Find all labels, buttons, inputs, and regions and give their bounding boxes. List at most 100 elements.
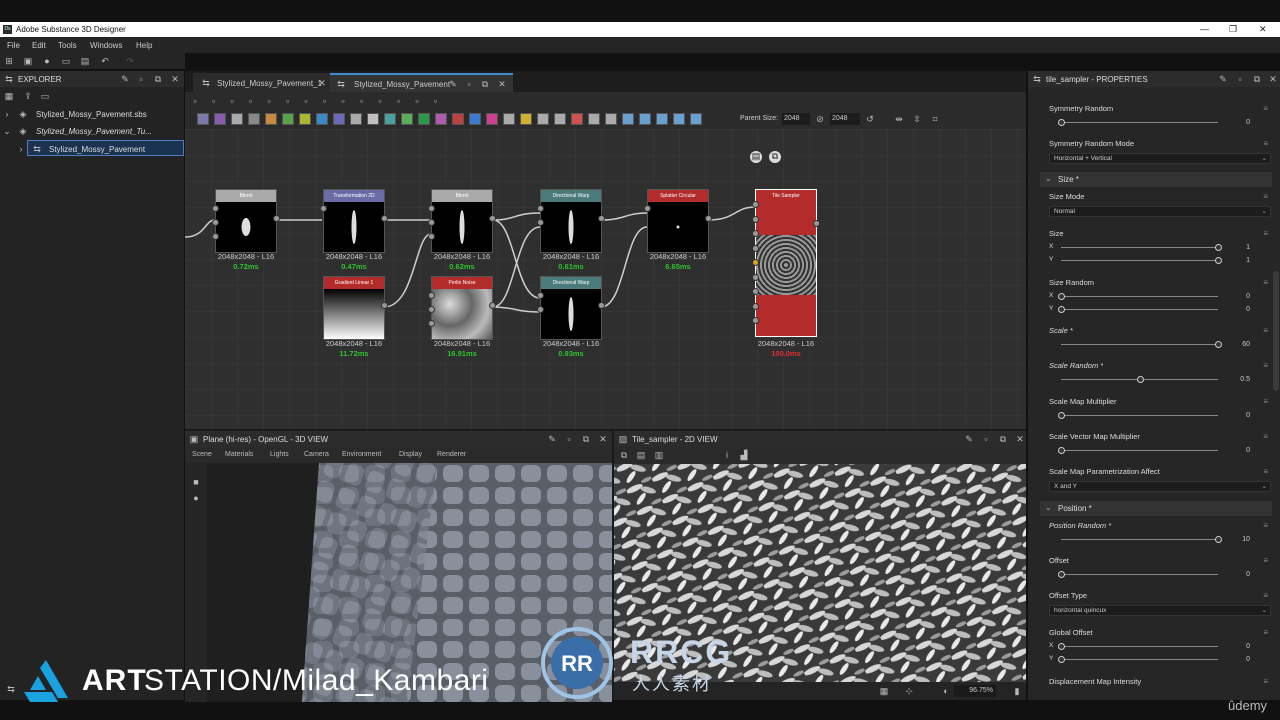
undo-icon[interactable]: ↶	[100, 56, 110, 66]
atomic-node-icon[interactable]	[452, 113, 464, 125]
input-port[interactable]	[752, 230, 759, 237]
channels-icon[interactable]: ◐	[941, 686, 951, 696]
slider-track[interactable]	[1061, 450, 1218, 451]
atomic-node-icon[interactable]	[469, 113, 481, 125]
slider-track[interactable]	[1061, 415, 1218, 416]
property-menu-icon[interactable]: ≡	[1263, 556, 1268, 565]
output-port[interactable]	[598, 215, 605, 222]
light-icon[interactable]: ●	[191, 493, 201, 503]
input-port[interactable]	[428, 320, 435, 327]
slider-knob[interactable]	[1058, 656, 1065, 663]
menu-windows[interactable]: Windows	[90, 41, 122, 50]
input-port[interactable]	[537, 219, 544, 226]
tree-item-package-2[interactable]: ⌄ ◈ Stylized_Mossy_Pavement_Tu...	[0, 123, 184, 139]
zoom-icon[interactable]: ▫	[264, 96, 274, 106]
dock-icon[interactable]: ▫	[981, 434, 991, 444]
property-value[interactable]: 0	[1220, 447, 1250, 454]
atomic-node-icon[interactable]	[418, 113, 430, 125]
graph-node[interactable]: Perlin Noise	[431, 276, 493, 340]
input-port[interactable]	[752, 273, 759, 281]
atomic-node-icon[interactable]	[690, 113, 702, 125]
pin-icon[interactable]: ✎	[964, 434, 974, 444]
property-menu-icon[interactable]: ≡	[1263, 278, 1268, 287]
slider-knob[interactable]	[1058, 447, 1065, 454]
close-panel-icon[interactable]: ✕	[170, 74, 180, 84]
refresh-icon[interactable]: ▫	[375, 96, 385, 106]
property-section[interactable]: ⌄ Position *	[1040, 501, 1272, 516]
camera-icon[interactable]: ■	[191, 477, 201, 487]
slider-track[interactable]	[1061, 539, 1218, 540]
link-icon[interactable]: ▫	[283, 96, 293, 106]
slider-track[interactable]	[1061, 574, 1218, 575]
input-port[interactable]	[752, 215, 759, 223]
fit-icon[interactable]: ⧉	[619, 450, 629, 460]
slider-knob[interactable]	[1058, 643, 1065, 650]
atomic-node-icon[interactable]	[622, 113, 634, 125]
atomic-node-icon[interactable]	[588, 113, 600, 125]
frame-icon[interactable]: ▫	[412, 96, 422, 106]
property-dropdown[interactable]: Normal ⌄	[1049, 206, 1271, 217]
distribute-icon[interactable]: ⇳	[912, 114, 922, 124]
tab-graph-1[interactable]: ⇆ Stylized_Mossy_Pavement_1 ✕	[193, 73, 330, 92]
atomic-node-icon[interactable]	[231, 113, 243, 125]
property-dropdown[interactable]: horizontal quincux ⌄	[1049, 605, 1271, 616]
size-select[interactable]: 2048	[830, 113, 860, 125]
menu-edit[interactable]: Edit	[32, 41, 46, 50]
output-port[interactable]	[273, 215, 280, 222]
maximize-panel-icon[interactable]: ⧉	[480, 79, 490, 89]
property-value[interactable]: 0	[1220, 306, 1250, 313]
substance-icon[interactable]: ●	[42, 56, 52, 66]
output-port[interactable]	[598, 302, 605, 309]
tree-item-package[interactable]: › ◈ Stylized_Mossy_Pavement.sbs	[0, 106, 184, 122]
connect-icon[interactable]: ▫	[338, 96, 348, 106]
slider-track[interactable]	[1061, 309, 1218, 310]
minimize-icon[interactable]: —	[1200, 24, 1209, 34]
frame-icon[interactable]: ⌗	[930, 114, 940, 124]
grid-icon[interactable]: ▦	[879, 686, 889, 696]
link-icon[interactable]: ⊘	[815, 114, 825, 124]
chevron-right-icon[interactable]: ›	[2, 109, 12, 119]
property-dropdown[interactable]: Horizontal + Vertical ⌄	[1049, 153, 1271, 164]
menu-environment[interactable]: Environment	[342, 451, 381, 458]
property-value[interactable]: 0	[1220, 293, 1250, 300]
output-port[interactable]	[381, 215, 388, 222]
slider-track[interactable]	[1061, 296, 1218, 297]
properties-scrollbar[interactable]	[1273, 271, 1279, 391]
lock-icon[interactable]: ▮	[1012, 686, 1022, 696]
menu-display[interactable]: Display	[399, 451, 422, 458]
graph-node[interactable]: Directional Warp	[540, 276, 602, 340]
slider-knob[interactable]	[1058, 119, 1065, 126]
node-info-icon[interactable]: ▤	[750, 151, 762, 163]
graph-node[interactable]: Blend	[431, 189, 493, 253]
close-panel-icon[interactable]: ✕	[598, 434, 608, 444]
input-port[interactable]	[644, 205, 651, 212]
output-port[interactable]	[489, 302, 496, 309]
slider-knob[interactable]	[1058, 571, 1065, 578]
menu-help[interactable]: Help	[136, 41, 152, 50]
atomic-node-icon[interactable]	[214, 113, 226, 125]
tiling-icon[interactable]: ⊹	[904, 686, 914, 696]
property-menu-icon[interactable]: ≡	[1263, 139, 1268, 148]
output-port[interactable]	[705, 215, 712, 222]
atomic-node-icon[interactable]	[333, 113, 345, 125]
pin-icon[interactable]: ✎	[547, 434, 557, 444]
atomic-node-icon[interactable]	[265, 113, 277, 125]
maximize-panel-icon[interactable]: ⧉	[998, 434, 1008, 444]
atomic-node-icon[interactable]	[384, 113, 396, 125]
input-port[interactable]	[752, 201, 759, 208]
maximize-panel-icon[interactable]: ⧉	[581, 434, 591, 444]
input-port[interactable]	[212, 205, 219, 212]
atomic-node-icon[interactable]	[639, 113, 651, 125]
property-dropdown[interactable]: X and Y ⌄	[1049, 481, 1271, 492]
input-port[interactable]	[752, 259, 759, 266]
atomic-node-icon[interactable]	[299, 113, 311, 125]
atomic-node-icon[interactable]	[350, 113, 362, 125]
frame-all-icon[interactable]: ▫	[190, 96, 200, 106]
menu-materials[interactable]: Materials	[225, 451, 253, 458]
input-port[interactable]	[752, 288, 759, 295]
menu-camera[interactable]: Camera	[304, 451, 329, 458]
atomic-node-icon[interactable]	[486, 113, 498, 125]
atomic-node-icon[interactable]	[197, 113, 209, 125]
dock-icon[interactable]: ▫	[136, 74, 146, 84]
property-menu-icon[interactable]: ≡	[1263, 326, 1268, 335]
